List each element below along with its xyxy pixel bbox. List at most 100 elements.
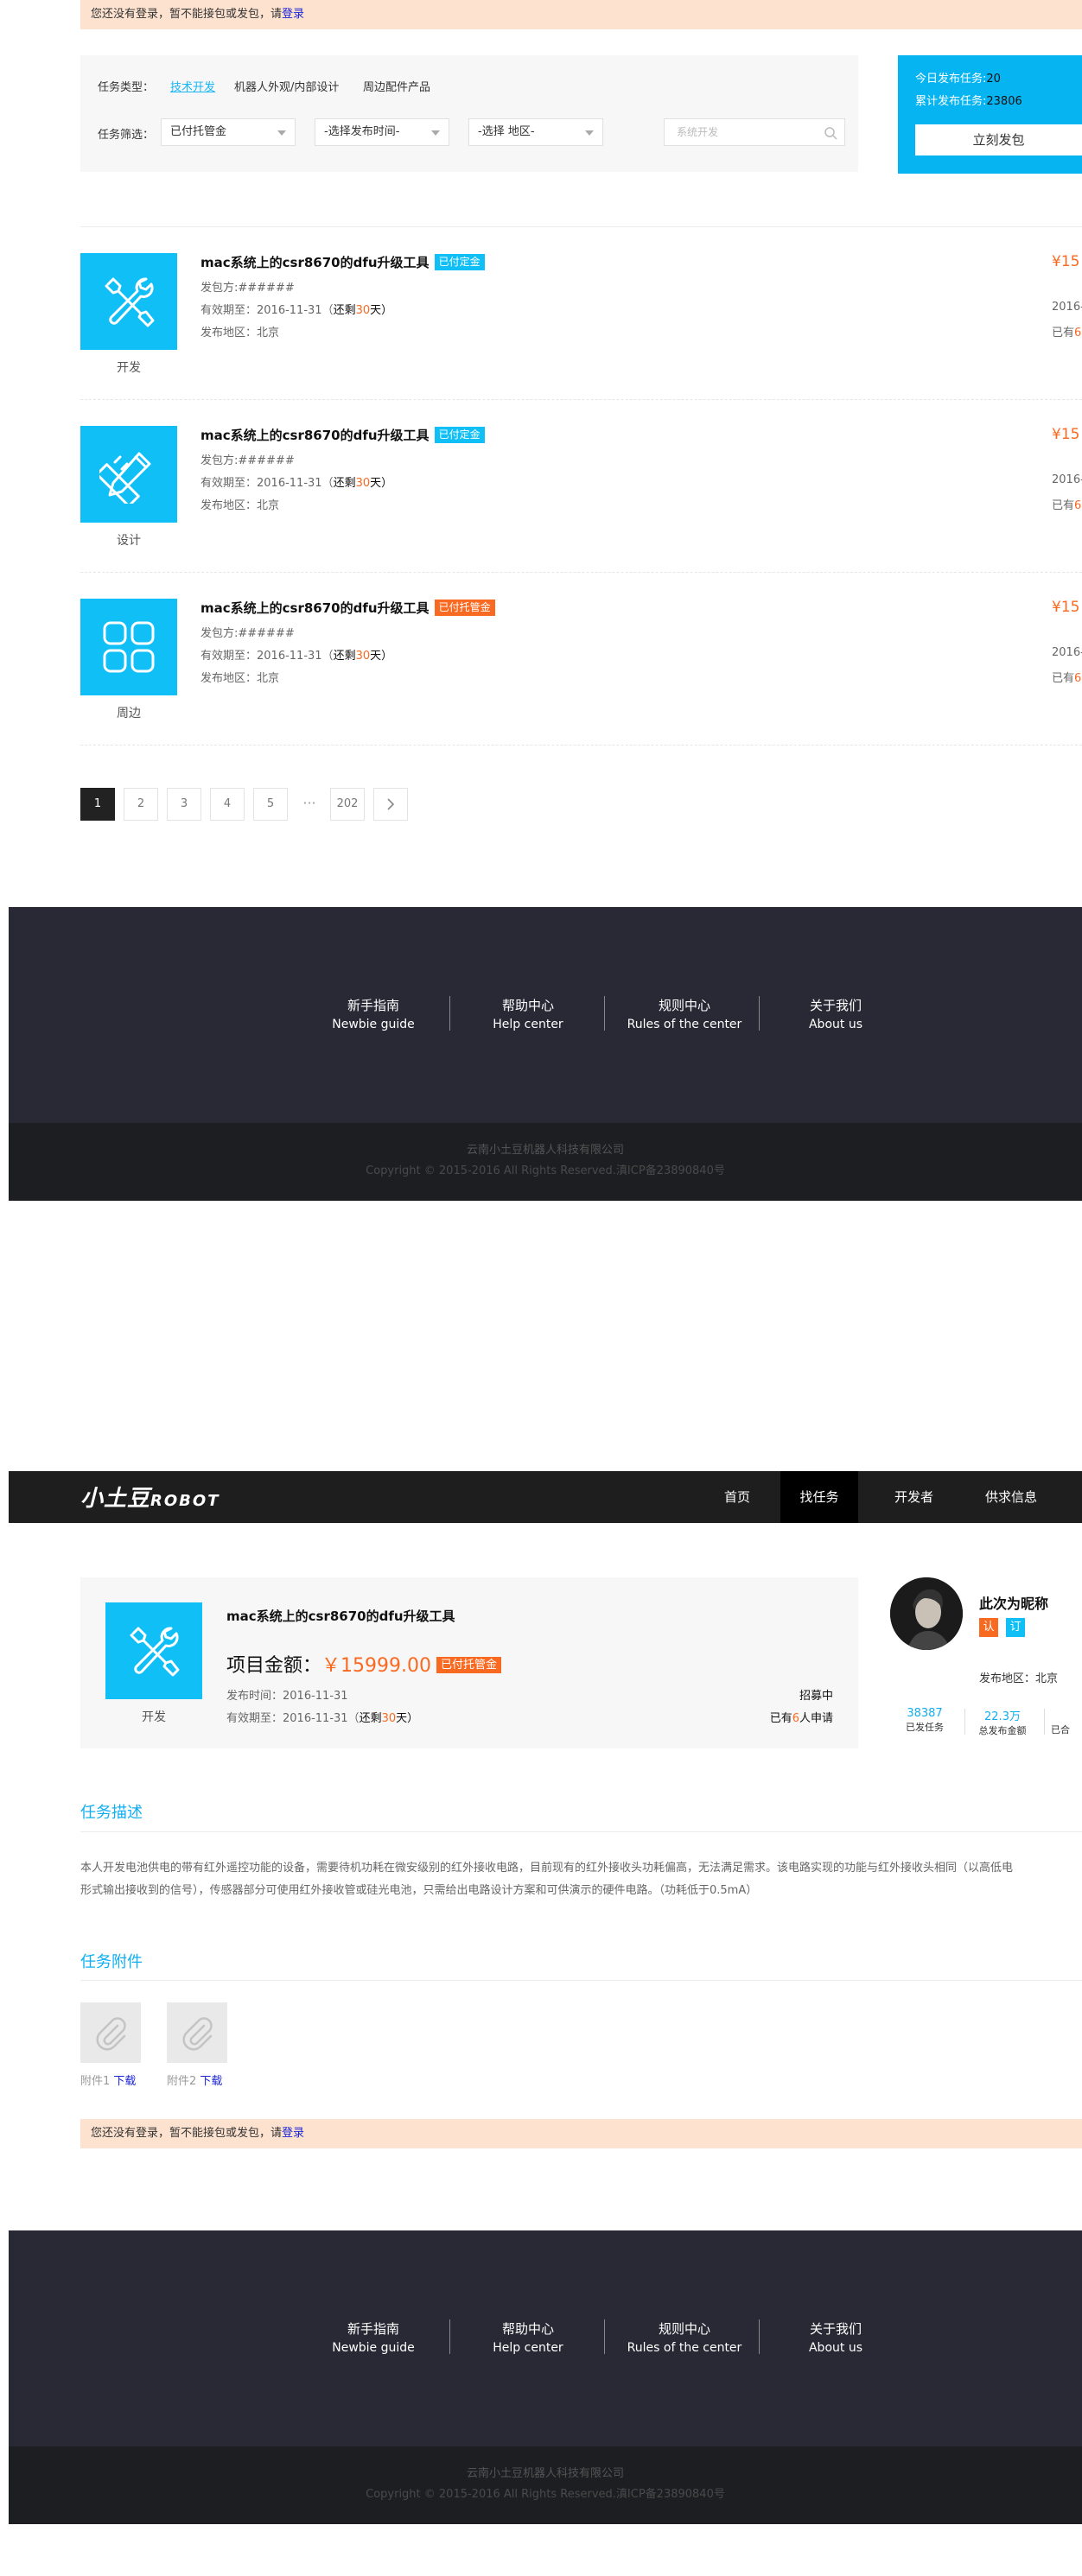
- nav-supply-demand[interactable]: 供求信息: [964, 1471, 1059, 1523]
- design-icon: [99, 452, 151, 504]
- page-2-button[interactable]: 2: [124, 788, 158, 821]
- task-title[interactable]: mac系统上的csr8670的dfu升级工具 已付定金: [200, 253, 485, 271]
- region-select-value: -选择 地区-: [478, 125, 535, 138]
- page-5-button[interactable]: 5: [253, 788, 288, 821]
- applied-count: 6: [1074, 499, 1082, 512]
- task-publisher: 发包方:######: [200, 454, 295, 467]
- stat-separator: [1044, 1709, 1045, 1735]
- task-icon-tile[interactable]: [80, 253, 177, 350]
- publish-time-select[interactable]: -选择发布时间-: [315, 118, 449, 146]
- task-date: 2016-: [1052, 301, 1082, 314]
- task-title-text: mac系统上的csr8670的dfu升级工具: [200, 255, 430, 270]
- validity-suffix: 天）: [370, 650, 393, 663]
- nav-developers[interactable]: 开发者: [873, 1471, 955, 1523]
- login-link[interactable]: 登录: [282, 2127, 304, 2140]
- footer-copyright-area: 云南小土豆机器人科技有限公司 Copyright © 2015-2016 All…: [9, 2446, 1082, 2524]
- task-icon-tile[interactable]: [80, 426, 177, 523]
- task-type-accessory[interactable]: 周边配件产品: [363, 78, 430, 94]
- detail-publish-time: 发布时间：2016-11-31: [226, 1690, 348, 1703]
- search-box: [664, 118, 845, 146]
- stat-value: [1051, 1707, 1082, 1723]
- region-select[interactable]: -选择 地区-: [468, 118, 603, 146]
- validity-date: 有效期至：2016-11-31（: [200, 304, 334, 317]
- stat-label: 已合: [1051, 1724, 1070, 1735]
- validity-remain: 还剩: [333, 477, 356, 490]
- stat-label: 总发布金额: [978, 1725, 1027, 1736]
- validity-remain: 还剩: [333, 650, 356, 663]
- login-link[interactable]: 登录: [282, 8, 304, 21]
- footer-separator: [604, 996, 605, 1031]
- task-filter-label: 任务筛选：: [98, 129, 155, 142]
- stat-value: 22.3万: [984, 1710, 1021, 1723]
- paperclip-icon: [96, 2017, 126, 2051]
- footer-separator: [449, 2319, 450, 2354]
- footer-link-cn: 规则中心: [658, 2321, 710, 2337]
- nav-find-task[interactable]: 找任务: [780, 1471, 858, 1523]
- copyright-text: Copyright © 2015-2016 All Rights Reserve…: [366, 2488, 725, 2501]
- stat-label: 已发任务: [906, 1722, 944, 1733]
- task-icon-tile[interactable]: [80, 599, 177, 695]
- validity-remain: 还剩: [333, 304, 356, 317]
- footer-link-newbie[interactable]: 新手指南 Newbie guide: [313, 2319, 434, 2357]
- pagination-ellipsis: ···: [302, 795, 316, 811]
- validity-suffix: 天）: [370, 477, 393, 490]
- description-title: 任务描述: [80, 1804, 143, 1822]
- footer-link-rules[interactable]: 规则中心 Rules of the center: [620, 996, 749, 1034]
- copyright-text: Copyright © 2015-2016 All Rights Reserve…: [366, 1164, 725, 1177]
- login-notice-text: 您还没有登录，暂不能接包或发包，请: [91, 2127, 283, 2140]
- footer-link-en: About us: [808, 1018, 862, 1031]
- page-1-button[interactable]: 1: [80, 788, 115, 821]
- attachment-thumb-1[interactable]: [80, 2002, 141, 2063]
- attachment-1: 附件1 下载: [80, 2072, 136, 2088]
- footer-separator: [604, 2319, 605, 2354]
- deposit-select[interactable]: 已付托管金: [161, 118, 296, 146]
- page-last-button[interactable]: 202: [330, 788, 365, 821]
- cert-badge-real: 认: [979, 1618, 998, 1637]
- logo-en: ROBOT: [150, 1492, 220, 1510]
- task-category: 周边: [117, 707, 141, 720]
- avatar[interactable]: [890, 1577, 963, 1650]
- deposit-badge: 已付定金: [434, 427, 485, 443]
- applied-suffix: 人申请: [799, 1712, 833, 1725]
- attachment-download-link[interactable]: 下载: [113, 2075, 136, 2088]
- grid-icon: [103, 621, 155, 673]
- task-title[interactable]: mac系统上的csr8670的dfu升级工具 已付定金: [200, 426, 485, 444]
- search-input[interactable]: [665, 119, 812, 145]
- task-date: 2016-: [1052, 473, 1082, 486]
- detail-category: 开发: [142, 1710, 166, 1724]
- footer-link-help[interactable]: 帮助中心 Help center: [468, 2319, 589, 2357]
- site-logo[interactable]: 小土豆ROBOT: [80, 1481, 220, 1513]
- search-icon[interactable]: [824, 126, 837, 140]
- task-price: ¥15: [1052, 253, 1080, 270]
- task-type-design[interactable]: 机器人外观/内部设计: [234, 78, 339, 94]
- footer-copyright-area: 云南小土豆机器人科技有限公司 Copyright © 2015-2016 All…: [9, 1123, 1082, 1201]
- escrow-badge: 已付托管金: [434, 600, 495, 616]
- footer-link-newbie[interactable]: 新手指南 Newbie guide: [313, 996, 434, 1034]
- footer-link-rules[interactable]: 规则中心 Rules of the center: [620, 2319, 749, 2357]
- footer-link-about[interactable]: 关于我们 About us: [775, 996, 896, 1034]
- page-4-button[interactable]: 4: [210, 788, 245, 821]
- attachments-title: 任务附件: [80, 1953, 143, 1971]
- attachment-name: 附件2: [167, 2075, 197, 2088]
- footer-link-cn: 新手指南: [347, 998, 399, 1013]
- description-line-2: 形式输出接收到的信号），传感器部分可使用红外接收管或硅光电池，只需给出电路设计方…: [80, 1884, 758, 1897]
- task-type-dev[interactable]: 技术开发: [170, 78, 215, 94]
- publish-button[interactable]: 立刻发包: [915, 124, 1082, 155]
- footer-separator: [449, 996, 450, 1031]
- task-title[interactable]: mac系统上的csr8670的dfu升级工具 已付托管金: [200, 599, 495, 617]
- cert-badge-subscribe: 订: [1006, 1618, 1026, 1637]
- attachment-download-link[interactable]: 下载: [200, 2075, 222, 2088]
- stat-separator: [964, 1709, 965, 1735]
- task-region: 发布地区：北京: [200, 327, 280, 339]
- footer-link-en: Help center: [493, 2341, 563, 2355]
- next-page-button[interactable]: [373, 788, 408, 821]
- task-type-label: 任务类型：: [98, 81, 155, 94]
- attachment-thumb-2[interactable]: [167, 2002, 227, 2063]
- company-name: 云南小土豆机器人科技有限公司: [466, 2467, 624, 2480]
- nav-home[interactable]: 首页: [698, 1471, 776, 1523]
- task-region: 发布地区：北京: [200, 499, 280, 512]
- task-category: 开发: [117, 361, 141, 375]
- footer-link-help[interactable]: 帮助中心 Help center: [468, 996, 589, 1034]
- page-3-button[interactable]: 3: [167, 788, 201, 821]
- footer-link-about[interactable]: 关于我们 About us: [775, 2319, 896, 2357]
